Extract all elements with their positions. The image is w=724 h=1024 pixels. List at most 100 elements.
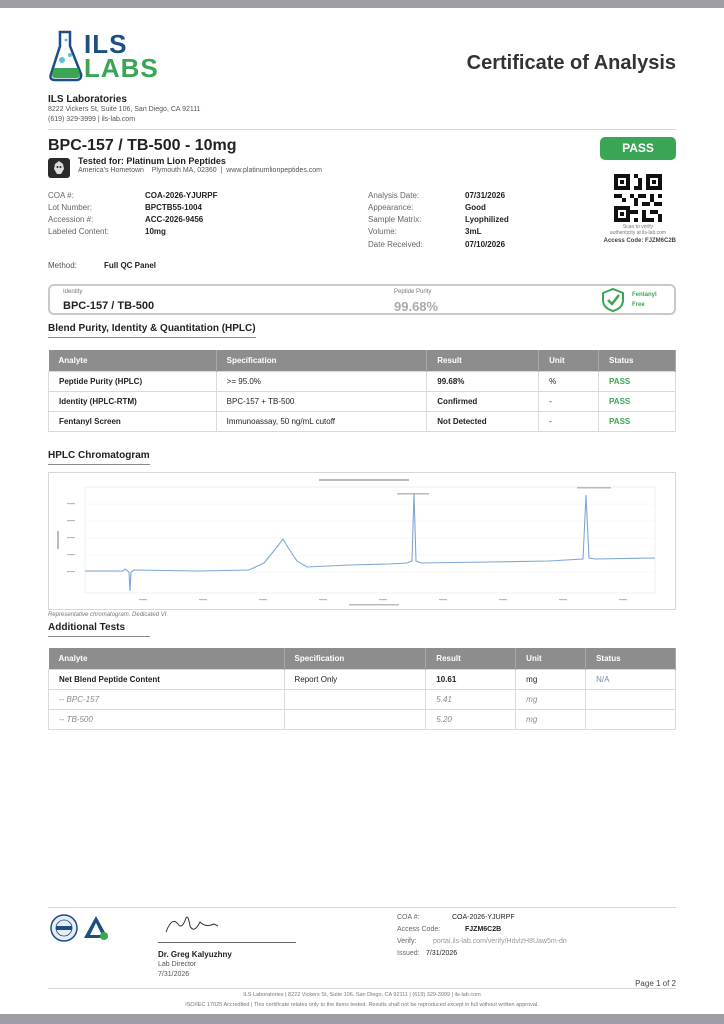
qr-caption: authenticity at ils-lab.com: [609, 230, 667, 236]
footer-issued-label: Issued:: [397, 950, 420, 957]
cell-analyte: Peptide Purity (HPLC): [48, 370, 217, 392]
cell-result: Not Detected: [426, 410, 540, 432]
method-label: Method:: [48, 261, 77, 270]
chromatogram-title: HPLC Chromatogram: [48, 450, 150, 465]
detail-label: Volume:: [368, 227, 397, 236]
detail-analysis-date-value: 07/31/2026: [465, 191, 506, 200]
client-logo-icon: [48, 158, 70, 178]
additional-tests-table: Analyte Specification Result Unit Status…: [48, 648, 676, 730]
cell-result: 5.41: [425, 688, 517, 710]
cell-result: 10.61: [425, 668, 517, 690]
cell-status: [585, 688, 676, 710]
detail-label: Date Received:: [368, 240, 423, 249]
cell-status: [585, 708, 676, 730]
additional-section-title: Additional Tests: [48, 622, 150, 637]
cell-spec: >= 95.0%: [215, 370, 428, 392]
fentanyl-free-label: Fentanyl Free: [632, 290, 657, 310]
footer-access-value: FJZM6C2B: [465, 926, 502, 933]
cell-analyte: Identity (HPLC-RTM): [48, 390, 217, 412]
cell-analyte: Net Blend Peptide Content: [48, 668, 285, 690]
accreditation-seal-icon: [50, 914, 78, 942]
detail-label: COA #:: [48, 191, 74, 200]
col-header: Result: [425, 648, 517, 669]
detail-label: Lot Number:: [48, 203, 93, 212]
lab-contact: (619) 329-3999 | ils-lab.com: [48, 116, 136, 123]
cell-spec: [283, 708, 427, 730]
logo-line2: LABS: [84, 53, 159, 83]
cell-status: N/A: [585, 668, 676, 690]
detail-label: Accession #:: [48, 215, 94, 224]
divider: [48, 129, 676, 130]
footer-access-label: Access Code:: [397, 926, 441, 933]
col-header: Specification: [216, 350, 428, 371]
fentanyl-line1: Fentanyl: [632, 292, 657, 298]
cell-spec: Report Only: [283, 668, 427, 690]
table-row: -- TB-500 5.20 mg: [48, 708, 676, 730]
cell-result: 99.68%: [426, 370, 540, 392]
cell-result: 5.20: [425, 708, 517, 730]
top-band: [0, 0, 724, 8]
cell-status: PASS: [598, 410, 676, 432]
cell-unit: -: [538, 390, 600, 412]
cell-unit: -: [538, 410, 600, 432]
detail-accession-value: ACC-2026-9456: [145, 215, 204, 224]
detail-label: Appearance:: [368, 203, 414, 212]
cell-analyte: -- TB-500: [48, 708, 285, 730]
footer-divider: [48, 907, 676, 908]
verify-link[interactable]: portal.ils-lab.com/verify/HdvlzH8Uaw5m-d…: [433, 938, 567, 945]
lab-address: 8222 Vickers St, Suite 106, San Diego, C…: [48, 106, 201, 113]
page-number: Page 1 of 2: [635, 979, 676, 988]
summary-box: Identity BPC-157 / TB-500 Peptide Purity…: [48, 284, 676, 315]
cell-spec: Immunoassay, 50 ng/mL cutoff: [215, 410, 428, 432]
signer-date: 7/31/2026: [158, 971, 190, 978]
cell-analyte: Fentanyl Screen: [48, 410, 217, 432]
signature-line: [158, 942, 296, 943]
iso-triangle-icon: [82, 914, 110, 942]
col-header: Unit: [515, 648, 587, 669]
cell-unit: mg: [515, 688, 587, 710]
signer-name: Dr. Greg Kalyuzhny: [158, 950, 232, 959]
detail-lot-value: BPCTB55-1004: [145, 203, 202, 212]
flask-icon: [49, 30, 83, 82]
col-header: Analyte: [48, 648, 285, 669]
detail-volume-value: 3mL: [465, 227, 482, 236]
fentanyl-line2: Free: [632, 302, 645, 308]
detail-label: Labeled Content:: [48, 227, 109, 236]
col-header: Analyte: [48, 350, 217, 371]
col-header: Status: [598, 350, 676, 371]
footer-divider: [48, 988, 676, 989]
qr-code[interactable]: [614, 174, 662, 222]
document-title: Certificate of Analysis: [466, 52, 676, 74]
col-header: Status: [585, 648, 676, 669]
cell-spec: BPC-157 + TB-500: [215, 390, 428, 412]
footer-verify-label: Verify:: [397, 938, 417, 945]
access-code: Access Code: FJZM6C2B: [603, 238, 676, 244]
footer-coa-value: COA-2026-YJURPF: [452, 914, 515, 921]
table-row: Fentanyl Screen Immunoassay, 50 ng/mL cu…: [48, 410, 676, 432]
signature-icon: [162, 910, 222, 943]
col-header: Specification: [284, 648, 427, 669]
detail-content-value: 10mg: [145, 227, 166, 236]
chromatogram-caption: Representative chromatogram. Dedicated V…: [48, 612, 167, 618]
table-header-row: Analyte Specification Result Unit Status: [48, 350, 676, 371]
hplc-table: Analyte Specification Result Unit Status…: [48, 350, 676, 432]
footer-address: ILS Laboratories | 8222 Vickers St, Suit…: [243, 992, 481, 998]
footer-disclaimer: ISO/IEC 17025 Accredited | This certific…: [185, 1002, 539, 1008]
detail-coa-value: COA-2026-YJURPF: [145, 191, 218, 200]
client-address: America's Hometown Plymouth MA, 02360 | …: [78, 167, 322, 174]
chromatogram-plot: [57, 479, 656, 606]
lab-name: ILS Laboratories: [48, 94, 127, 105]
method-value: Full QC Panel: [104, 261, 157, 270]
table-row: Net Blend Peptide Content Report Only 10…: [48, 668, 676, 690]
detail-matrix-value: Lyophilized: [465, 215, 509, 224]
identity-value: BPC-157 / TB-500: [63, 300, 155, 312]
cell-unit: mg: [515, 708, 587, 730]
purity-value: 99.68%: [394, 299, 439, 314]
cell-status: PASS: [598, 370, 676, 392]
table-row: Peptide Purity (HPLC) >= 95.0% 99.68% % …: [48, 370, 676, 392]
detail-received-value: 07/10/2026: [465, 240, 506, 249]
col-header: Result: [426, 350, 540, 371]
overall-pass-badge: PASS: [600, 137, 676, 160]
cell-analyte: -- BPC-157: [48, 688, 285, 710]
col-header: Unit: [538, 350, 600, 371]
